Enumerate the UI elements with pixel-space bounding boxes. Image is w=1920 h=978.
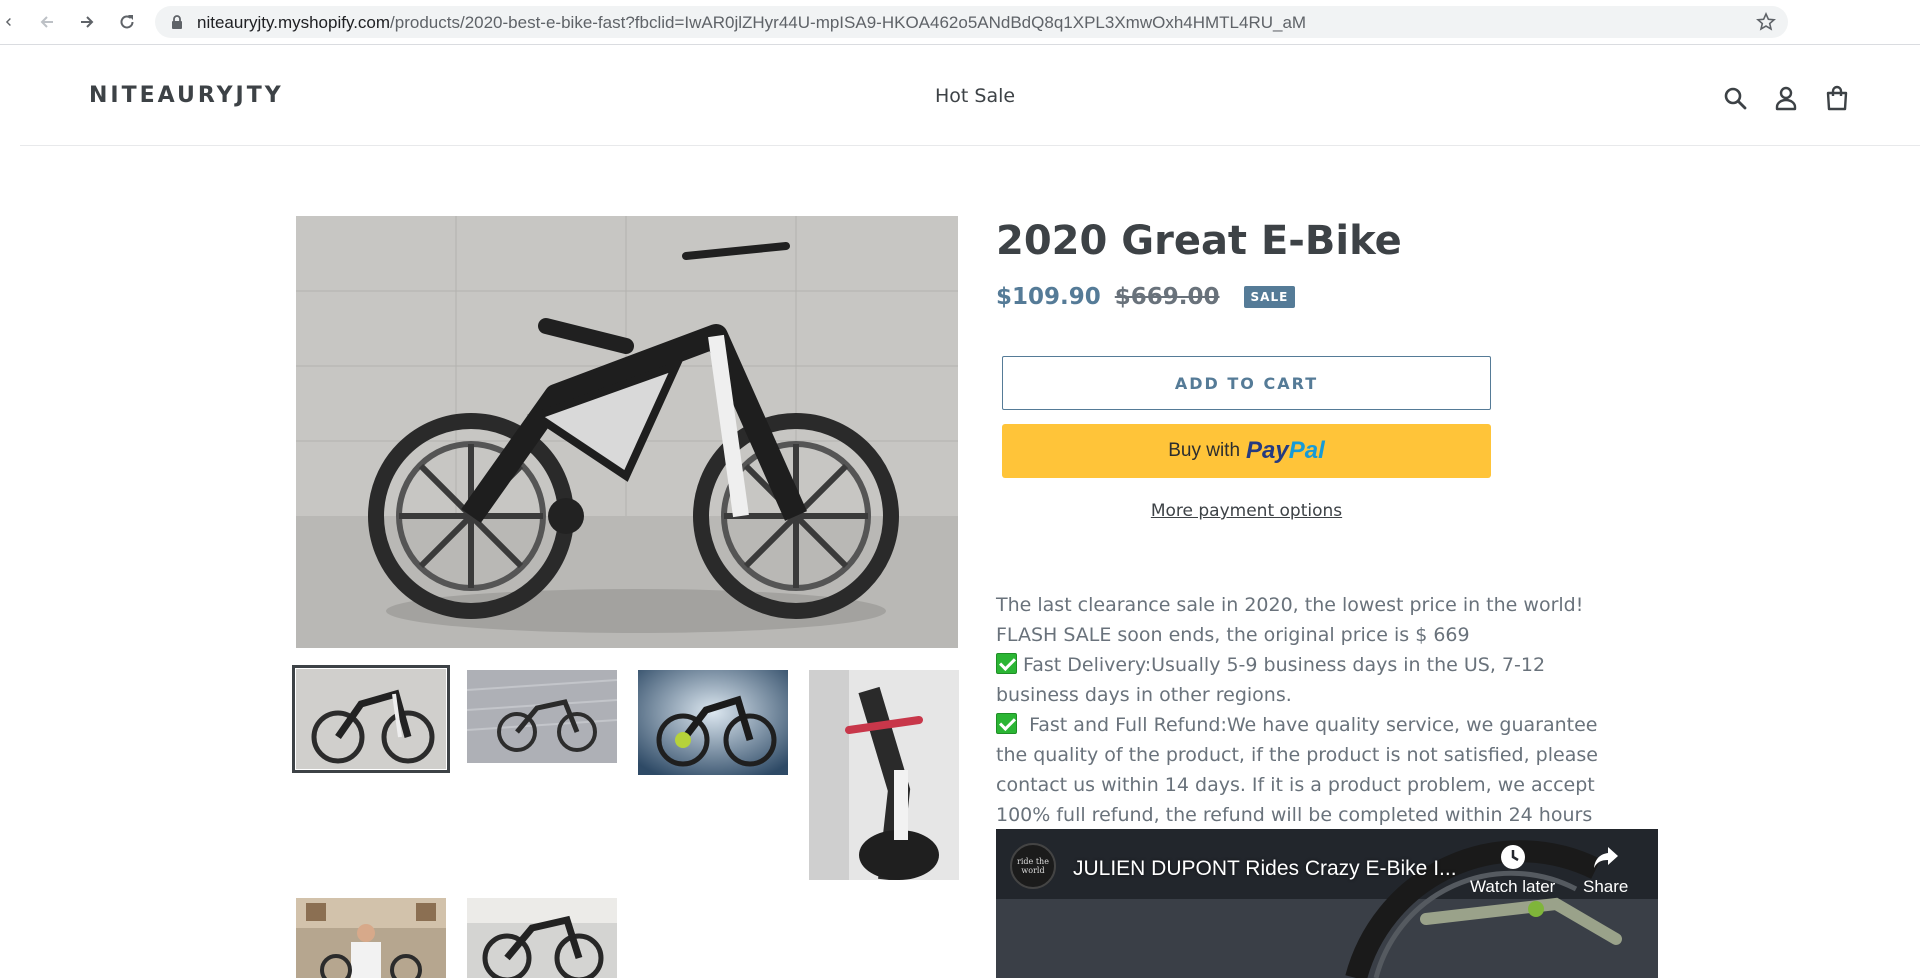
watch-later-label: Watch later xyxy=(1470,877,1556,896)
product-thumbnail[interactable] xyxy=(467,670,617,763)
description-line: Fast Delivery:Usually 5-9 business days … xyxy=(996,650,1646,680)
paypal-prefix: Buy with xyxy=(1168,440,1241,461)
search-icon[interactable] xyxy=(1720,83,1750,113)
paypal-logo-pay: Pay xyxy=(1246,437,1289,464)
product-thumbnail[interactable] xyxy=(467,898,617,978)
video-title[interactable]: JULIEN DUPONT Rides Crazy E-Bike I... xyxy=(1073,857,1457,881)
lock-icon xyxy=(172,15,182,29)
product-thumbnail[interactable] xyxy=(296,898,446,978)
url-host: niteauryjty.myshopify.com xyxy=(197,13,391,32)
address-bar[interactable]: niteauryjty.myshopify.com/products/2020-… xyxy=(155,6,1788,38)
reload-icon[interactable] xyxy=(113,8,141,36)
check-mark-icon xyxy=(996,653,1017,674)
clock-icon xyxy=(1500,845,1525,869)
sale-badge: SALE xyxy=(1243,286,1296,308)
add-to-cart-button[interactable]: ADD TO CART xyxy=(1002,356,1491,410)
description-line: 100% full refund, the refund will be com… xyxy=(996,804,1593,826)
share-icon xyxy=(1593,847,1618,868)
description-line: contact us within 14 days. If it is a pr… xyxy=(996,774,1595,796)
url-text[interactable]: niteauryjty.myshopify.com/products/2020-… xyxy=(197,13,1306,33)
description-line: Fast and Full Refund:We have quality ser… xyxy=(996,710,1646,740)
paypal-logo-pal: Pal xyxy=(1288,437,1325,464)
share-button[interactable]: Share xyxy=(1583,843,1628,897)
url-path: /products/2020-best-e-bike-fast?fbclid=I… xyxy=(390,13,1307,32)
browser-toolbar: niteauryjty.myshopify.com/products/2020-… xyxy=(0,0,1920,45)
product-description: The last clearance sale in 2020, the low… xyxy=(996,590,1646,830)
nav-link-hot-sale[interactable]: Hot Sale xyxy=(935,85,1015,107)
back-arrow-icon[interactable] xyxy=(33,8,61,36)
more-payment-options-link[interactable]: More payment options xyxy=(1002,501,1491,521)
description-line-text: Fast Delivery:Usually 5-9 business days … xyxy=(1017,654,1546,676)
regular-price: $669.00 xyxy=(1114,284,1220,310)
sale-price: $109.90 xyxy=(996,284,1101,310)
share-label: Share xyxy=(1583,877,1629,896)
description-line: business days in other regions. xyxy=(996,684,1292,706)
product-thumbnail[interactable] xyxy=(809,670,959,880)
account-icon[interactable] xyxy=(1771,83,1801,113)
price-row: $109.90 $669.00 SALE xyxy=(996,283,1296,311)
video-thumbnail xyxy=(996,829,1658,978)
store-logo[interactable]: NITEAURYJTY xyxy=(89,83,284,108)
site-header: NITEAURYJTY Hot Sale xyxy=(20,45,1920,146)
paypal-logo: PayPal xyxy=(1246,437,1325,465)
product-thumbnail[interactable] xyxy=(638,670,788,775)
product-thumbnail[interactable] xyxy=(292,665,450,773)
bookmark-star-icon[interactable] xyxy=(1756,12,1776,32)
channel-avatar[interactable]: ride the world xyxy=(1010,843,1056,889)
description-line-text: Fast and Full Refund:We have quality ser… xyxy=(1017,714,1598,736)
description-line: The last clearance sale in 2020, the low… xyxy=(996,594,1584,616)
paypal-button[interactable]: Buy with PayPal xyxy=(1002,424,1491,478)
description-line: the quality of the product, if the produ… xyxy=(996,744,1598,766)
product-title: 2020 Great E-Bike xyxy=(996,218,1402,264)
tab-scroll-left-icon[interactable] xyxy=(2,8,16,36)
youtube-video-embed[interactable]: ride the world JULIEN DUPONT Rides Crazy… xyxy=(996,829,1658,978)
check-mark-icon xyxy=(996,713,1017,734)
description-line: FLASH SALE soon ends, the original price… xyxy=(996,624,1470,646)
watch-later-button[interactable]: Watch later xyxy=(1470,843,1555,897)
forward-arrow-icon[interactable] xyxy=(73,8,101,36)
cart-icon[interactable] xyxy=(1822,83,1852,113)
featured-product-image[interactable] xyxy=(296,216,958,648)
